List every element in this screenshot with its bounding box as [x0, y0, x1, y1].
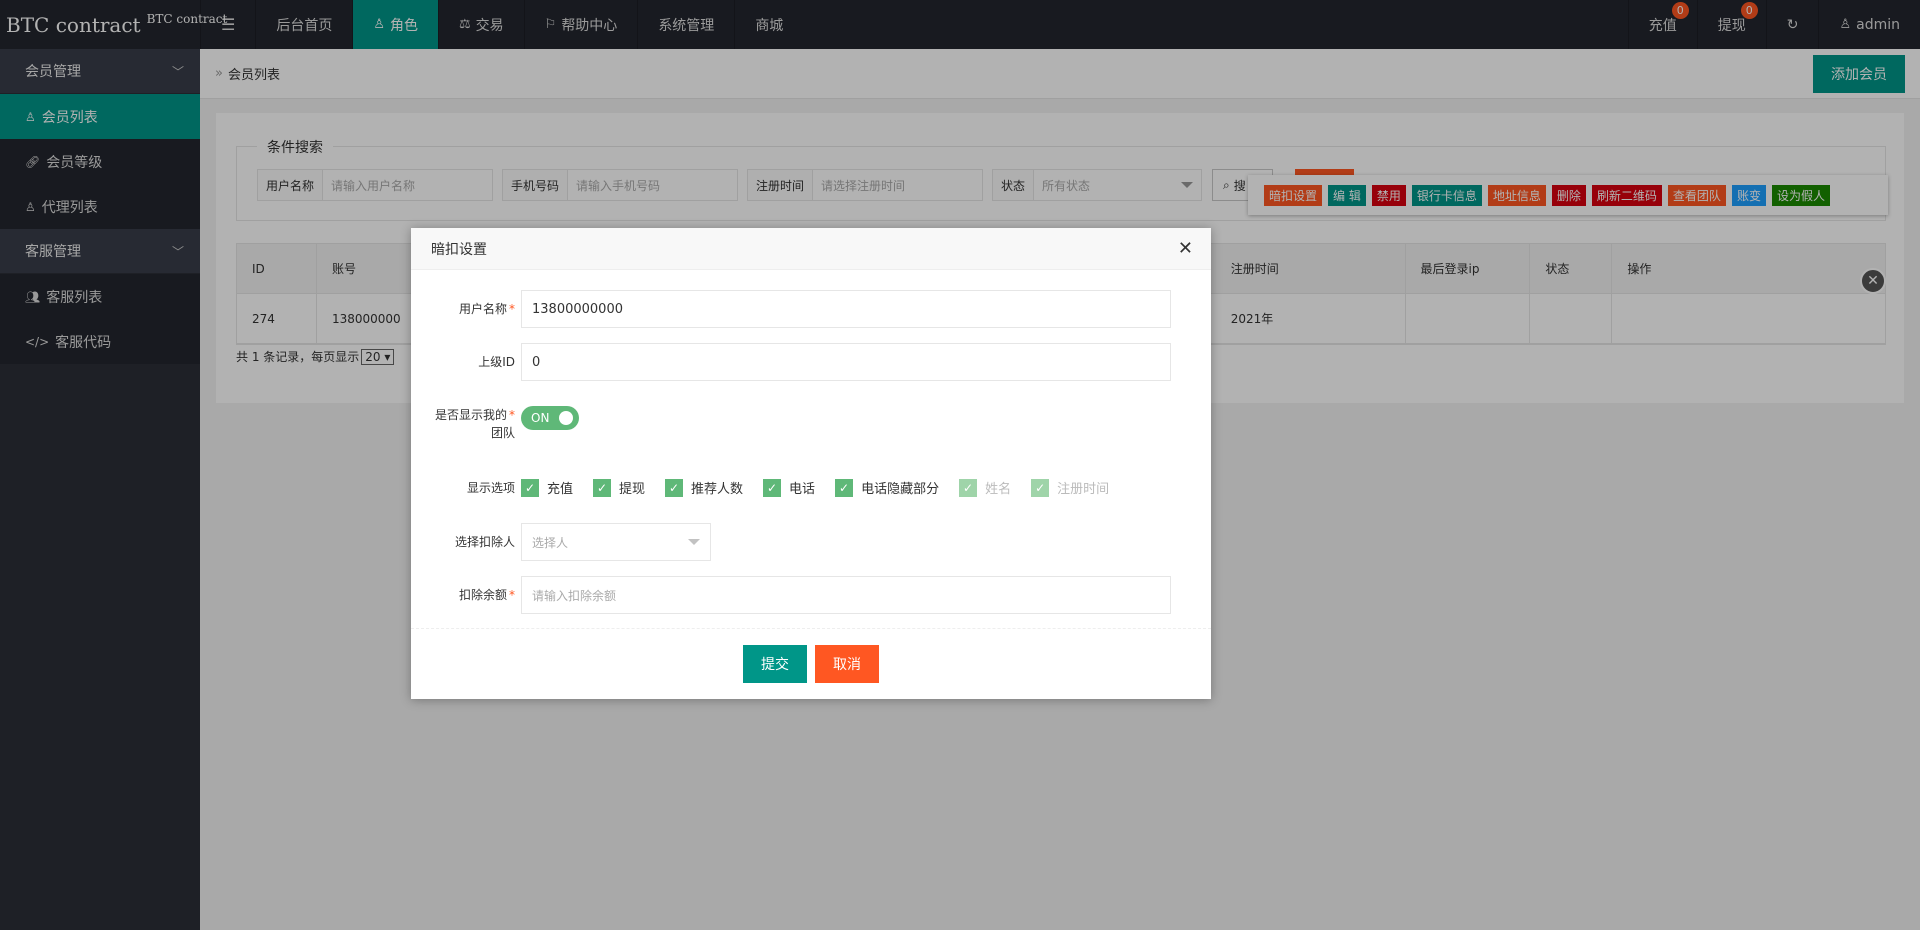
amount-row: 扣除余额 * 请输入扣除余额 [411, 576, 1171, 614]
submit-button[interactable]: 提交 [743, 645, 807, 683]
options-row: 显示选项 ✓ 充值 ✓ 提现 ✓ 推荐人数 ✓ 电话 ✓ 电话隐藏部分 ✓ 姓名 ✓ 注册时间 [411, 478, 1129, 497]
option-referrals-checkbox[interactable]: ✓ 推荐人数 [665, 478, 743, 497]
check-icon: ✓ [665, 478, 684, 497]
option-name-checkbox: ✓ 姓名 [959, 478, 1011, 497]
modal-title: 暗扣设置 [431, 241, 487, 258]
check-icon: ✓ [835, 478, 854, 497]
username-row: 用户名称 * 13800000000 [411, 290, 1171, 328]
cancel-button[interactable]: 取消 [815, 645, 879, 683]
team-toggle[interactable]: ON [521, 406, 579, 430]
close-icon[interactable]: ✕ [1178, 238, 1193, 259]
option-withdraw-checkbox[interactable]: ✓ 提现 [593, 478, 645, 497]
option-recharge-checkbox[interactable]: ✓ 充值 [521, 478, 573, 497]
deductor-select[interactable]: 选择人 [521, 523, 711, 561]
option-phone-hide-checkbox[interactable]: ✓ 电话隐藏部分 [835, 478, 939, 497]
option-phone-checkbox[interactable]: ✓ 电话 [763, 478, 815, 497]
dark-deduct-modal: 暗扣设置 ✕ 用户名称 * 13800000000 上级ID 0 是否显示我的 * … [411, 228, 1211, 699]
check-icon: ✓ [1031, 478, 1050, 497]
username-field[interactable]: 13800000000 [521, 290, 1171, 328]
caret-down-icon [688, 539, 700, 545]
option-regtime-checkbox: ✓ 注册时间 [1031, 478, 1109, 497]
check-icon: ✓ [763, 478, 782, 497]
check-icon: ✓ [593, 478, 612, 497]
amount-field[interactable]: 请输入扣除余额 [521, 576, 1171, 614]
modal-header: 暗扣设置 [411, 228, 1211, 270]
team-row: 是否显示我的 * 团队 ON [411, 406, 579, 442]
modal-footer: 提交 取消 [411, 628, 1211, 699]
parent-id-row: 上级ID 0 [411, 343, 1171, 381]
deductor-row: 选择扣除人 选择人 [411, 523, 711, 561]
check-icon: ✓ [959, 478, 978, 497]
check-icon: ✓ [521, 478, 539, 497]
parent-id-field[interactable]: 0 [521, 343, 1171, 381]
